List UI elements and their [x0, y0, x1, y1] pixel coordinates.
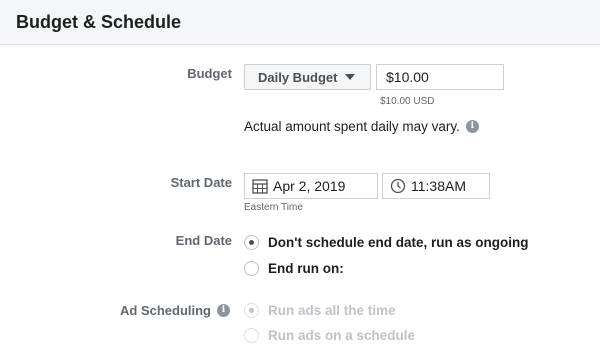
schedule-option-on-schedule[interactable]: Run ads on a schedule: [244, 328, 415, 343]
end-date-label: End Date: [175, 233, 232, 248]
budget-amount-value: $10.00: [386, 69, 429, 85]
ad-scheduling-label-text: Ad Scheduling: [120, 303, 211, 318]
schedule-option-all-time[interactable]: Run ads all the time: [244, 303, 396, 318]
schedule-option-all-time-label: Run ads all the time: [268, 303, 396, 318]
start-date-value: Apr 2, 2019: [273, 178, 346, 194]
end-option-end-run-label: End run on:: [268, 261, 344, 276]
start-time-value: 11:38AM: [411, 178, 466, 194]
budget-label: Budget: [187, 66, 232, 81]
ad-scheduling-label: Ad Scheduling i: [100, 303, 230, 318]
radio-all-time[interactable]: [244, 303, 259, 318]
schedule-option-on-schedule-label: Run ads on a schedule: [268, 328, 416, 343]
budget-note-text: Actual amount spent daily may vary.: [244, 119, 460, 134]
section-header: Budget & Schedule: [0, 0, 600, 45]
calendar-icon: [252, 178, 268, 194]
budget-note: Actual amount spent daily may vary. i: [244, 119, 479, 134]
end-option-end-run[interactable]: End run on:: [244, 261, 344, 276]
end-option-ongoing[interactable]: Don't schedule end date, run as ongoing: [244, 235, 528, 250]
clock-icon: [390, 178, 406, 194]
start-time-input[interactable]: 11:38AM: [382, 173, 490, 199]
budget-amount-input[interactable]: $10.00: [376, 64, 504, 90]
section-title: Budget & Schedule: [16, 12, 182, 32]
start-date-label: Start Date: [170, 175, 232, 190]
budget-amount-hint: $10.00 USD: [380, 96, 435, 107]
budget-type-value: Daily Budget: [258, 69, 338, 85]
caret-down-icon: [345, 74, 356, 80]
budget-type-dropdown[interactable]: Daily Budget: [244, 64, 371, 90]
radio-on-schedule[interactable]: [244, 328, 259, 343]
radio-end-run[interactable]: [244, 261, 259, 276]
start-date-input[interactable]: Apr 2, 2019: [244, 173, 378, 199]
end-option-ongoing-label: Don't schedule end date, run as ongoing: [268, 235, 529, 250]
info-icon[interactable]: i: [217, 304, 230, 317]
timezone-label: Eastern Time: [244, 202, 303, 213]
info-icon[interactable]: i: [465, 120, 479, 133]
radio-ongoing[interactable]: [244, 235, 259, 250]
